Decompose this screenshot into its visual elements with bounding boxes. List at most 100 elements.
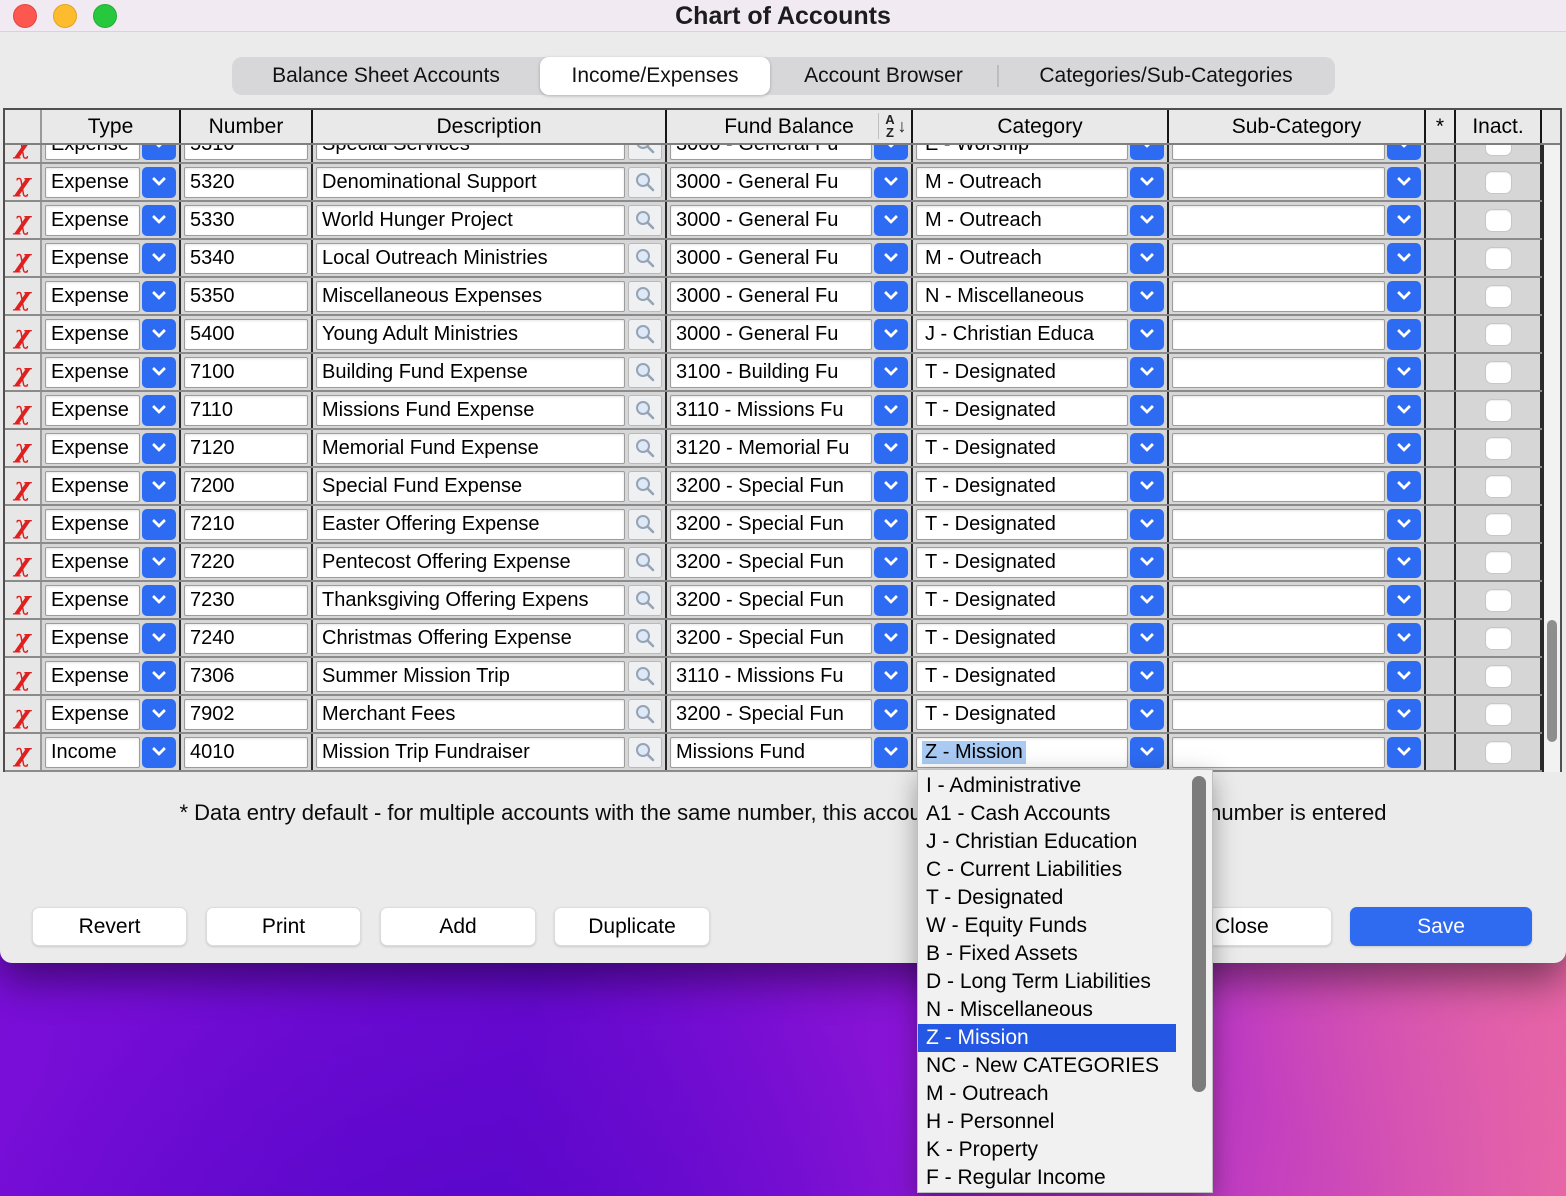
subcategory-value[interactable] [1172, 471, 1385, 502]
dropdown-item[interactable]: F - Regular Income [918, 1164, 1176, 1192]
tab-account-browser[interactable]: Account Browser [770, 57, 997, 95]
subcategory-value[interactable] [1172, 509, 1385, 540]
type-dropdown-button[interactable] [142, 357, 176, 388]
number-input[interactable]: 7120 [184, 433, 308, 464]
type-value[interactable]: Expense [45, 281, 140, 312]
description-input[interactable]: Memorial Fund Expense [316, 433, 625, 464]
inactive-checkbox[interactable] [1485, 741, 1512, 764]
delete-row-icon[interactable]: χ [14, 588, 30, 613]
fund-dropdown-button[interactable] [874, 243, 908, 274]
category-value[interactable]: T - Designated [916, 433, 1128, 464]
delete-row-icon[interactable]: χ [14, 626, 30, 651]
fund-balance-value[interactable]: 3000 - General Fu [670, 243, 872, 274]
inactive-checkbox[interactable] [1485, 551, 1512, 574]
category-dropdown-button[interactable] [1130, 319, 1164, 350]
type-dropdown-button[interactable] [142, 395, 176, 426]
type-value[interactable]: Expense [45, 167, 140, 198]
fund-dropdown-button[interactable] [874, 395, 908, 426]
category-value[interactable]: T - Designated [916, 395, 1128, 426]
fund-balance-value[interactable]: 3200 - Special Fun [670, 547, 872, 578]
subcategory-dropdown-button[interactable] [1387, 281, 1421, 312]
number-input[interactable]: 7240 [184, 623, 308, 654]
category-dropdown-button[interactable] [1130, 661, 1164, 692]
subcategory-dropdown-button[interactable] [1387, 319, 1421, 350]
inactive-checkbox[interactable] [1485, 437, 1512, 460]
fund-lookup-button[interactable] [628, 509, 662, 540]
type-dropdown-button[interactable] [142, 433, 176, 464]
description-input[interactable]: Mission Trip Fundraiser [316, 737, 625, 768]
fund-dropdown-button[interactable] [874, 357, 908, 388]
subcategory-dropdown-button[interactable] [1387, 585, 1421, 616]
inactive-checkbox[interactable] [1485, 209, 1512, 232]
subcategory-dropdown-button[interactable] [1387, 395, 1421, 426]
subcategory-dropdown-button[interactable] [1387, 623, 1421, 654]
fund-balance-value[interactable]: 3200 - Special Fun [670, 699, 872, 730]
subcategory-value[interactable] [1172, 623, 1385, 654]
type-dropdown-button[interactable] [142, 623, 176, 654]
type-value[interactable]: Income [45, 737, 140, 768]
subcategory-value[interactable] [1172, 205, 1385, 236]
number-input[interactable]: 5330 [184, 205, 308, 236]
description-input[interactable]: Pentecost Offering Expense [316, 547, 625, 578]
type-dropdown-button[interactable] [142, 547, 176, 578]
inactive-checkbox[interactable] [1485, 589, 1512, 612]
type-value[interactable]: Expense [45, 243, 140, 274]
delete-row-icon[interactable]: χ [14, 702, 30, 727]
delete-row-icon[interactable]: χ [14, 360, 30, 385]
number-input[interactable]: 5340 [184, 243, 308, 274]
revert-button[interactable]: Revert [32, 907, 187, 946]
fund-lookup-button[interactable] [628, 145, 662, 160]
type-value[interactable]: Expense [45, 547, 140, 578]
category-value[interactable]: Z - Mission [916, 737, 1128, 768]
fund-dropdown-button[interactable] [874, 509, 908, 540]
delete-row-icon[interactable]: χ [14, 322, 30, 347]
fund-dropdown-button[interactable] [874, 433, 908, 464]
category-value[interactable]: J - Christian Educa [916, 319, 1128, 350]
type-dropdown-button[interactable] [142, 737, 176, 768]
delete-row-icon[interactable]: χ [14, 284, 30, 309]
table-vertical-scrollbar[interactable] [1542, 145, 1560, 772]
table-scrollbar-thumb[interactable] [1547, 620, 1557, 742]
inactive-checkbox[interactable] [1485, 475, 1512, 498]
fund-lookup-button[interactable] [628, 395, 662, 426]
type-value[interactable]: Expense [45, 699, 140, 730]
number-input[interactable]: 5350 [184, 281, 308, 312]
sort-ascending-icon[interactable]: A Z ↓ [878, 113, 908, 139]
category-dropdown-button[interactable] [1130, 395, 1164, 426]
description-input[interactable]: Miscellaneous Expenses [316, 281, 625, 312]
fund-dropdown-button[interactable] [874, 471, 908, 502]
number-input[interactable]: 5310 [184, 145, 308, 160]
category-dropdown-button[interactable] [1130, 471, 1164, 502]
type-dropdown-button[interactable] [142, 471, 176, 502]
type-value[interactable]: Expense [45, 319, 140, 350]
inactive-checkbox[interactable] [1485, 627, 1512, 650]
category-dropdown-button[interactable] [1130, 357, 1164, 388]
type-value[interactable]: Expense [45, 623, 140, 654]
fund-dropdown-button[interactable] [874, 205, 908, 236]
inactive-checkbox[interactable] [1485, 323, 1512, 346]
category-dropdown-button[interactable] [1130, 243, 1164, 274]
description-input[interactable]: Local Outreach Ministries [316, 243, 625, 274]
tab-balance-sheet-accounts[interactable]: Balance Sheet Accounts [232, 57, 540, 95]
type-value[interactable]: Expense [45, 471, 140, 502]
fund-lookup-button[interactable] [628, 623, 662, 654]
fund-lookup-button[interactable] [628, 167, 662, 198]
number-input[interactable]: 7200 [184, 471, 308, 502]
description-input[interactable]: Denominational Support [316, 167, 625, 198]
description-input[interactable]: Special Fund Expense [316, 471, 625, 502]
subcategory-value[interactable] [1172, 395, 1385, 426]
description-input[interactable]: Special Services [316, 145, 625, 160]
dropdown-scrollbar[interactable] [1188, 772, 1210, 1190]
dropdown-item[interactable]: K - Property [918, 1136, 1176, 1164]
tab-categories-sub-categories[interactable]: Categories/Sub-Categories [997, 57, 1335, 95]
fund-lookup-button[interactable] [628, 205, 662, 236]
category-value[interactable]: T - Designated [916, 623, 1128, 654]
subcategory-value[interactable] [1172, 661, 1385, 692]
inactive-checkbox[interactable] [1485, 665, 1512, 688]
subcategory-dropdown-button[interactable] [1387, 737, 1421, 768]
fund-lookup-button[interactable] [628, 243, 662, 274]
type-value[interactable]: Expense [45, 145, 140, 160]
fund-balance-value[interactable]: 3200 - Special Fun [670, 623, 872, 654]
type-dropdown-button[interactable] [142, 145, 176, 160]
dropdown-item[interactable]: H - Personnel [918, 1108, 1176, 1136]
